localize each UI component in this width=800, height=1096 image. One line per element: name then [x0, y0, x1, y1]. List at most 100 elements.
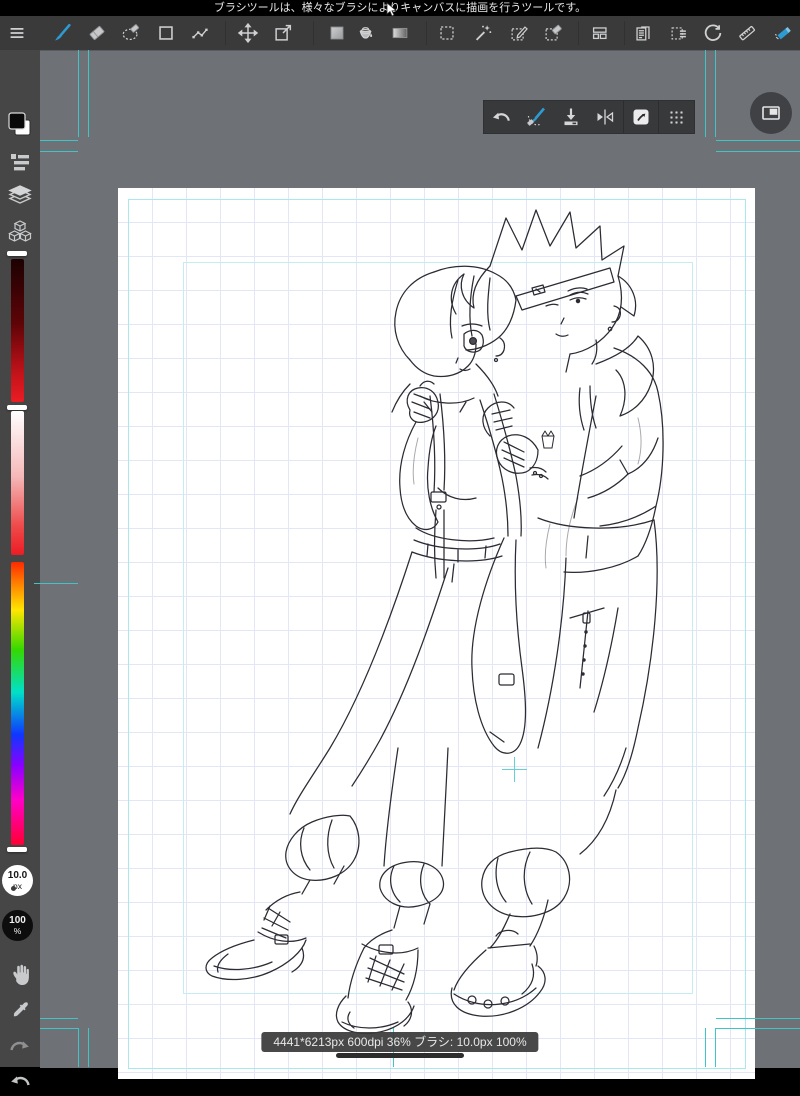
- brush-size-indicator[interactable]: 10.0 px: [2, 865, 33, 896]
- select-menu-icon: [671, 27, 686, 40]
- float-flip-horizontal-button[interactable]: [588, 101, 623, 133]
- color-swatch-icon: [8, 112, 31, 136]
- rotate-canvas-button[interactable]: [696, 16, 730, 50]
- ruler-icon: [739, 25, 756, 41]
- guide-line-horizontal-bottom-inner: [40, 1018, 78, 1019]
- float-snapshot-button[interactable]: [624, 101, 659, 133]
- guide-line-vertical-left-inner: [88, 1028, 89, 1067]
- panel-divide-tool-button[interactable]: [583, 16, 617, 50]
- artwork-line-drawing: [205, 209, 664, 1035]
- brush-tool-button[interactable]: [45, 16, 79, 50]
- guide-line-vertical-right-inner: [705, 50, 706, 137]
- eraser-icon: [89, 25, 105, 41]
- undo-icon: [11, 1076, 30, 1086]
- saturation-slider-handle[interactable]: [7, 405, 27, 410]
- float-undo-button[interactable]: [484, 101, 519, 133]
- float-drag-handle[interactable]: [659, 101, 694, 133]
- color-chip-icon: [330, 26, 344, 40]
- transform-icon: [275, 24, 292, 41]
- move-tool-button[interactable]: [231, 16, 265, 50]
- menu-button[interactable]: [0, 16, 34, 50]
- eyedropper-icon: [13, 1001, 29, 1017]
- float-brush-eraser-toggle-button[interactable]: [519, 101, 554, 133]
- guide-line-vertical-left-outer: [78, 1028, 79, 1067]
- status-text: 4441*6213px 600dpi 36% ブラシ: 10.0px 100%: [273, 1035, 527, 1049]
- magic-wand-tool-button[interactable]: [466, 16, 500, 50]
- guide-line-horizontal-center: [34, 583, 78, 584]
- gradient-tool-button[interactable]: [383, 16, 417, 50]
- pages-icon: [636, 26, 650, 41]
- select-rect-icon: [440, 26, 454, 40]
- layers-button[interactable]: [0, 181, 40, 211]
- select-rect-tool-button[interactable]: [430, 16, 464, 50]
- airbrush-tool-button[interactable]: [766, 16, 800, 50]
- shape-rect-icon: [159, 26, 173, 40]
- airbrush-icon: [774, 27, 791, 40]
- fg-bg-color-swatch[interactable]: [0, 110, 40, 140]
- pages-tool-button[interactable]: [626, 16, 660, 50]
- tooltip-text: ブラシツールは、様々なブラシによりキャンバスに描画を行うツールです。: [213, 2, 587, 14]
- snapshot-icon: [633, 109, 649, 125]
- brush-list-button[interactable]: [0, 148, 40, 176]
- ruler-tool-button[interactable]: [730, 16, 764, 50]
- guide-line-horizontal-top-inner: [716, 151, 800, 152]
- opacity-value: 100: [9, 914, 26, 926]
- guide-line-horizontal-bottom-outer: [40, 1028, 78, 1029]
- gradient-icon: [392, 27, 408, 39]
- fill-bucket-icon: [359, 27, 373, 39]
- layers-icon: [8, 185, 32, 204]
- canvas-center-cross: [514, 757, 515, 782]
- magic-wand-icon: [475, 25, 492, 41]
- polyline-tool-button[interactable]: [183, 16, 217, 50]
- hue-slider-handle[interactable]: [7, 847, 27, 852]
- status-bar: 4441*6213px 600dpi 36% ブラシ: 10.0px 100%: [261, 1032, 539, 1052]
- undo-button[interactable]: [0, 1066, 40, 1096]
- guide-line-vertical-left-outer: [78, 50, 79, 137]
- guide-line-horizontal-bottom-inner: [716, 1018, 800, 1019]
- home-indicator[interactable]: [336, 1053, 464, 1058]
- shade-slider-handle[interactable]: [7, 251, 27, 256]
- float-save-button[interactable]: [553, 101, 588, 133]
- eraser-tool-button[interactable]: [80, 16, 114, 50]
- guide-line-vertical-left-inner: [88, 50, 89, 137]
- workspace[interactable]: [40, 50, 800, 1079]
- saturation-slider[interactable]: [11, 411, 24, 555]
- transform-tool-button[interactable]: [266, 16, 300, 50]
- floating-toolbar: [483, 100, 695, 134]
- pen-cursor-dot: [11, 886, 16, 891]
- eyedropper-tool-button[interactable]: [0, 996, 40, 1026]
- canvas-page[interactable]: [118, 188, 755, 1079]
- brush-list-icon: [11, 154, 29, 171]
- hide-ui-button[interactable]: [750, 92, 792, 134]
- select-eraser-tool-button[interactable]: [536, 16, 570, 50]
- brush-icon: [55, 23, 71, 41]
- main-toolbar: [0, 16, 800, 50]
- guide-line-vertical-right-inner: [705, 1028, 706, 1067]
- hue-slider[interactable]: [11, 562, 24, 845]
- brush-eraser-toggle-icon: [527, 107, 545, 126]
- shade-slider[interactable]: [11, 259, 24, 402]
- hand-tool-button[interactable]: [0, 960, 40, 990]
- guide-line-horizontal-top-outer: [716, 140, 800, 141]
- polyline-icon: [192, 28, 208, 39]
- fill-bucket-tool-button[interactable]: [349, 16, 383, 50]
- materials-icon: [8, 220, 32, 242]
- shape-rect-tool-button[interactable]: [149, 16, 183, 50]
- guide-line-horizontal-bottom-outer: [716, 1028, 800, 1029]
- select-menu-tool-button[interactable]: [662, 16, 696, 50]
- select-pen-tool-button[interactable]: [502, 16, 536, 50]
- guide-line-horizontal-top-outer: [40, 140, 78, 141]
- flip-horizontal-icon: [597, 109, 614, 125]
- lasso-eraser-tool-button[interactable]: [114, 16, 148, 50]
- move-icon: [237, 22, 259, 44]
- guide-line-vertical-right-outer: [715, 50, 716, 137]
- guide-line-horizontal-top-inner: [40, 151, 78, 152]
- redo-icon: [10, 1041, 29, 1051]
- left-sidebar: 10.0 px 100 %: [0, 50, 40, 1086]
- select-eraser-icon: [545, 24, 562, 41]
- select-pen-icon: [511, 26, 528, 41]
- medibang-paint-app: { "tooltip_bar": { "text": "ブラシツールは、様々なブ…: [0, 0, 800, 1086]
- opacity-indicator[interactable]: 100 %: [2, 910, 33, 941]
- materials-button[interactable]: [0, 216, 40, 246]
- redo-button[interactable]: [0, 1031, 40, 1061]
